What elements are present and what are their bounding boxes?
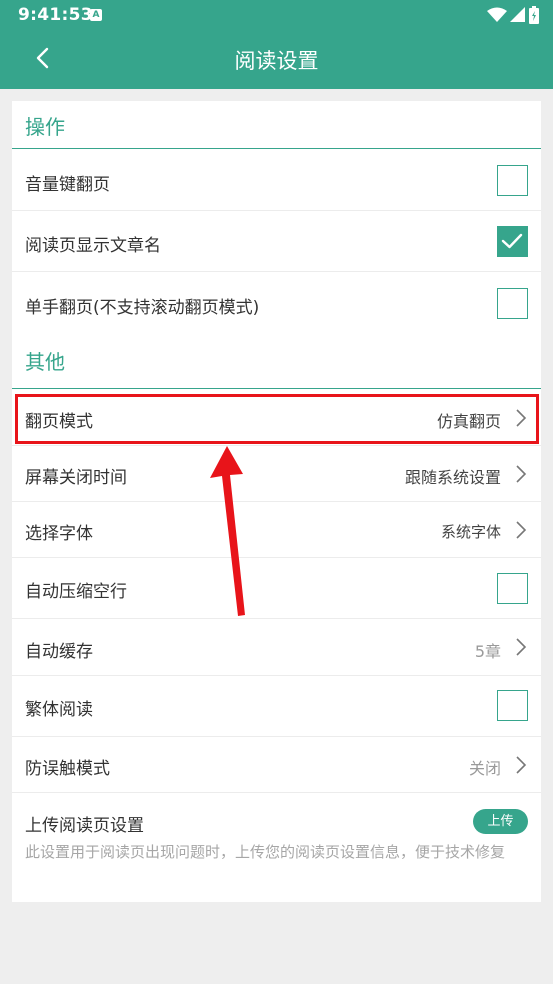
one-hand-page-checkbox[interactable]: [497, 288, 528, 319]
setting-label: 选择字体: [25, 524, 93, 544]
traditional-chinese-checkbox[interactable]: [497, 690, 528, 721]
chevron-right-icon: [516, 521, 527, 539]
setting-label: 音量键翻页: [25, 175, 110, 195]
setting-label: 防误触模式: [25, 759, 110, 779]
volume-key-page-checkbox[interactable]: [497, 165, 528, 196]
setting-label: 屏幕关闭时间: [25, 468, 127, 488]
status-icons: [487, 6, 539, 24]
page-turn-mode-value: 仿真翻页: [436, 412, 501, 431]
section-header-other: 其他: [12, 334, 541, 389]
battery-icon: [529, 6, 539, 24]
setting-row-page-turn-mode[interactable]: 翻页模式 仿真翻页: [12, 390, 541, 446]
screen-off-time-value: 跟随系统设置: [404, 468, 501, 487]
setting-row-traditional-chinese[interactable]: 繁体阅读: [12, 676, 541, 737]
setting-row-auto-cache[interactable]: 自动缓存 5章: [12, 619, 541, 676]
select-font-value: 系统字体: [440, 523, 501, 541]
status-notification-icon: A: [90, 9, 102, 21]
upload-button[interactable]: 上传: [473, 809, 528, 834]
setting-label: 阅读页显示文章名: [25, 236, 161, 256]
section-header-operation: 操作: [12, 101, 541, 149]
status-time: 9:41:53: [18, 5, 93, 25]
settings-card: 操作 音量键翻页 阅读页显示文章名 单手翻页(不支持滚动翻页模式) 其他 翻页模…: [12, 101, 541, 902]
wifi-icon: [487, 7, 507, 22]
setting-row-volume-key-page[interactable]: 音量键翻页: [12, 150, 541, 211]
setting-label: 繁体阅读: [25, 700, 93, 720]
setting-row-show-chapter-name[interactable]: 阅读页显示文章名: [12, 211, 541, 272]
setting-row-upload-settings: 上传阅读页设置 上传 此设置用于阅读页出现问题时，上传您的阅读页设置信息，便于技…: [12, 793, 541, 902]
setting-row-compress-blank-lines[interactable]: 自动压缩空行: [12, 558, 541, 619]
section-title: 操作: [25, 115, 65, 139]
anti-mistouch-value: 关闭: [468, 759, 501, 778]
upload-description: 此设置用于阅读页出现问题时，上传您的阅读页设置信息，便于技术修复: [25, 843, 506, 861]
setting-row-screen-off-time[interactable]: 屏幕关闭时间 跟随系统设置: [12, 446, 541, 502]
signal-icon: [510, 7, 525, 22]
chevron-right-icon: [516, 409, 527, 427]
checkmark-icon: [501, 233, 523, 249]
setting-row-one-hand-page[interactable]: 单手翻页(不支持滚动翻页模式): [12, 272, 541, 334]
show-chapter-name-checkbox[interactable]: [497, 226, 528, 257]
auto-cache-value: 5章: [474, 642, 501, 661]
section-title: 其他: [25, 350, 65, 374]
setting-label: 自动压缩空行: [25, 582, 127, 602]
app-bar: 9:41:53 A 阅读设置: [0, 0, 553, 89]
setting-row-select-font[interactable]: 选择字体 系统字体: [12, 502, 541, 558]
setting-row-anti-mistouch[interactable]: 防误触模式 关闭: [12, 737, 541, 793]
setting-label: 单手翻页(不支持滚动翻页模式): [25, 298, 260, 318]
chevron-right-icon: [516, 465, 527, 483]
compress-blank-lines-checkbox[interactable]: [497, 573, 528, 604]
page-title: 阅读设置: [234, 49, 319, 73]
chevron-right-icon: [516, 756, 527, 774]
chevron-right-icon: [516, 638, 527, 656]
setting-label: 翻页模式: [25, 412, 93, 432]
setting-label: 上传阅读页设置: [25, 816, 144, 836]
status-bar: 9:41:53 A: [0, 0, 553, 32]
setting-label: 自动缓存: [25, 642, 93, 662]
